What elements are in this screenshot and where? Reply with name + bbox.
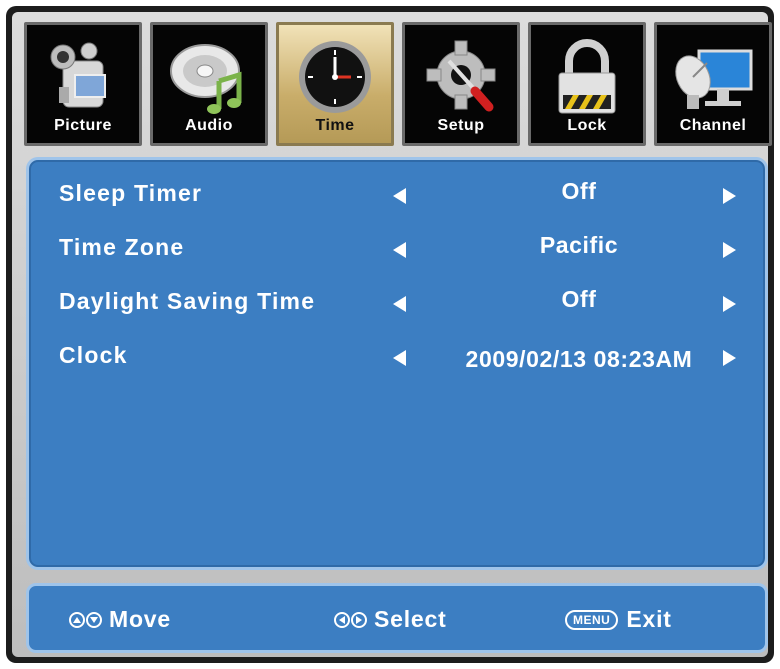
setting-row-daylight-saving[interactable]: Daylight Saving Time Off	[29, 282, 765, 322]
setting-value: Off	[561, 286, 597, 312]
tab-label: Audio	[185, 117, 233, 134]
tab-audio[interactable]: Audio	[150, 22, 268, 146]
hint-exit: MENU Exit	[565, 606, 672, 633]
tab-lock[interactable]: Lock	[528, 22, 646, 146]
tab-label: Time	[315, 117, 355, 134]
arrow-left-icon[interactable]	[393, 296, 406, 312]
arrow-left-icon[interactable]	[393, 350, 406, 366]
left-arrow-icon	[334, 611, 350, 628]
satellite-monitor-icon	[675, 49, 753, 109]
tab-time[interactable]: Time	[276, 22, 394, 146]
hint-move-label: Move	[109, 606, 171, 632]
arrow-left-icon[interactable]	[393, 188, 406, 204]
setting-value: Pacific	[539, 232, 619, 258]
hint-exit-label: Exit	[626, 606, 672, 632]
tab-label: Lock	[567, 117, 607, 134]
right-arrow-icon	[351, 611, 367, 628]
down-arrow-icon	[86, 611, 102, 628]
time-settings-panel: Sleep Timer Off Time Zone Pacific Daylig…	[26, 157, 768, 570]
setting-name: Sleep Timer	[59, 180, 203, 206]
tab-label: Channel	[679, 117, 747, 134]
setting-row-time-zone[interactable]: Time Zone Pacific	[29, 228, 765, 268]
gear-screwdriver-icon	[426, 40, 496, 112]
arrow-right-icon[interactable]	[723, 188, 736, 204]
setting-name: Daylight Saving Time	[59, 288, 316, 314]
setting-name: Time Zone	[59, 234, 185, 260]
setting-value: 2009/02/13 08:23AM	[465, 346, 693, 372]
padlock-icon	[558, 39, 616, 114]
hint-select-label: Select	[374, 606, 447, 632]
up-arrow-icon	[69, 611, 85, 628]
clock-icon	[299, 41, 371, 113]
hint-move: Move	[69, 606, 171, 633]
menu-key-icon: MENU	[565, 609, 619, 630]
arrow-right-icon[interactable]	[723, 296, 736, 312]
tab-channel[interactable]: Channel	[654, 22, 772, 146]
arrow-right-icon[interactable]	[723, 350, 736, 366]
setting-value: Off	[561, 178, 597, 204]
arrow-right-icon[interactable]	[723, 242, 736, 258]
tab-picture[interactable]: Picture	[24, 22, 142, 146]
tab-setup[interactable]: Setup	[402, 22, 520, 146]
hint-select: Select	[334, 606, 447, 633]
camcorder-icon	[50, 42, 106, 108]
arrow-left-icon[interactable]	[393, 242, 406, 258]
tab-label: Picture	[54, 117, 112, 134]
footer-hint-bar: Move Select MENU Exit	[26, 583, 768, 653]
tab-label: Setup	[437, 117, 485, 134]
setting-row-sleep-timer[interactable]: Sleep Timer Off	[29, 174, 765, 214]
music-disc-icon	[170, 44, 242, 114]
setting-name: Clock	[59, 342, 128, 368]
setting-row-clock[interactable]: Clock 2009/02/13 08:23AM	[29, 336, 765, 376]
